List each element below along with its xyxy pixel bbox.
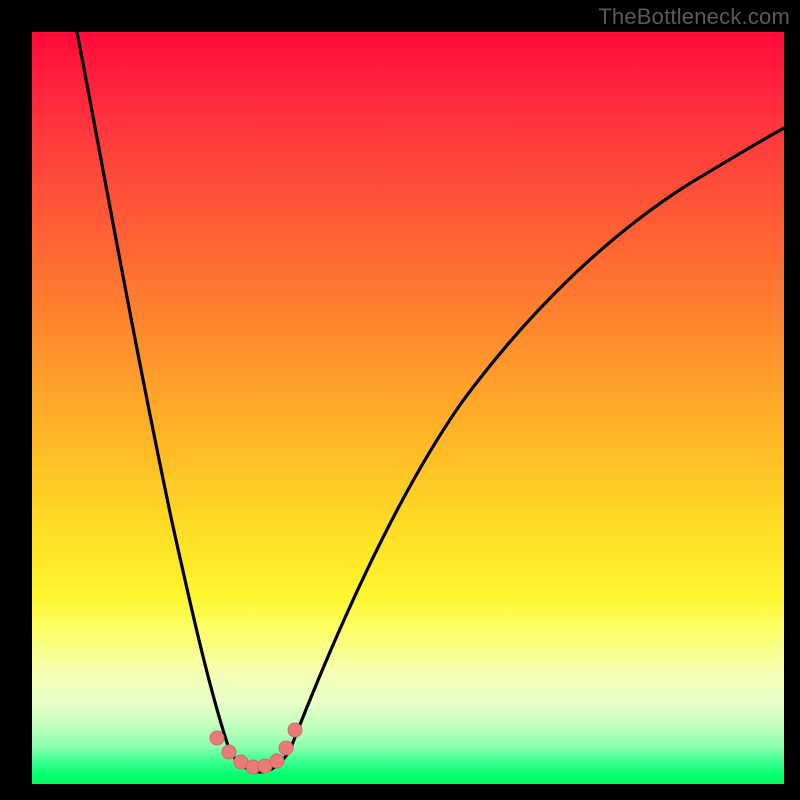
valley-dot	[288, 723, 302, 737]
valley-dot	[279, 741, 293, 755]
valley-dot	[210, 731, 224, 745]
watermark-text: TheBottleneck.com	[598, 4, 790, 30]
curve-right-branch	[290, 128, 784, 750]
plot-area	[32, 32, 784, 784]
curve-left-branch	[77, 32, 230, 752]
valley-dot	[222, 745, 236, 759]
chart-frame: TheBottleneck.com	[0, 0, 800, 800]
curve-layer	[32, 32, 784, 784]
valley-dot	[270, 754, 284, 768]
